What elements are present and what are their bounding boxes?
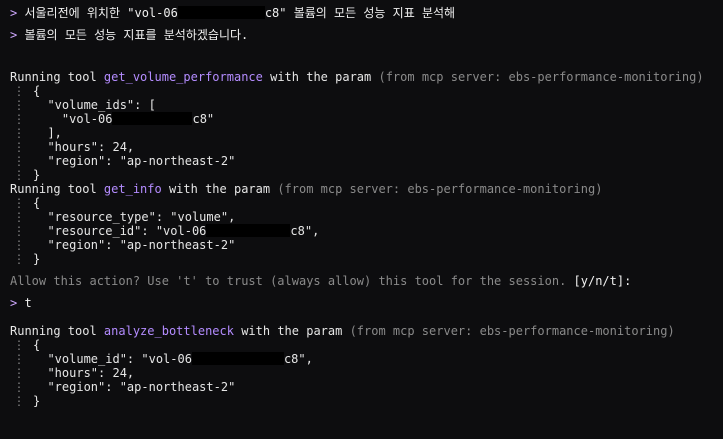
vertical-guide-icon: ⋮: [13, 352, 25, 366]
json-array-close: ],: [47, 126, 62, 140]
server-note: (from mcp server: ebs-performance-monito…: [277, 182, 603, 196]
user-query-prefix: 서울리전에 위치한 "vol-06: [24, 6, 178, 20]
json-line: ⋮ "volume_id": "vol-06 c8",: [10, 352, 723, 366]
prompt-symbol: >: [10, 6, 18, 20]
tool-call-header: Running tool get_info with the param (fr…: [10, 182, 723, 196]
tool-name-get-volume-performance: get_volume_performance: [103, 70, 263, 84]
assistant-reply-line: > 볼륨의 모든 성능 지표를 분석하겠습니다.: [10, 28, 723, 42]
json-key-region: "region": "ap-northeast-2": [47, 154, 236, 168]
permission-text: Allow this action? Use 't' to trust (alw…: [10, 274, 574, 288]
redaction-bar: [206, 224, 291, 237]
brace-close: }: [33, 394, 41, 408]
server-note: (from mcp server: ebs-performance-monito…: [349, 324, 675, 338]
tool-call-header: Running tool analyze_bottleneck with the…: [10, 324, 723, 338]
user-answer-line: > t: [10, 296, 723, 310]
redaction-bar: [191, 352, 284, 365]
param-label: with the param: [161, 182, 278, 196]
vertical-guide-icon: ⋮: [13, 98, 25, 112]
redaction-bar: [112, 112, 193, 125]
brace-open: {: [33, 196, 41, 210]
vertical-guide-icon: ⋮: [13, 112, 25, 126]
brace-close: }: [33, 168, 41, 182]
param-label: with the param: [233, 324, 350, 338]
tool-name-analyze-bottleneck: analyze_bottleneck: [103, 324, 234, 338]
vertical-guide-icon: ⋮: [13, 338, 25, 352]
assistant-reply: 볼륨의 모든 성능 지표를 분석하겠습니다.: [24, 28, 249, 42]
json-key-volume-id-suffix: c8",: [283, 352, 313, 366]
vertical-guide-icon: ⋮: [13, 140, 25, 154]
brace-close: }: [33, 252, 41, 266]
json-line: ⋮ "region": "ap-northeast-2": [10, 238, 723, 252]
json-line: ⋮{: [10, 338, 723, 352]
running-label: Running tool: [10, 182, 104, 196]
vertical-guide-icon: ⋮: [13, 196, 25, 210]
vertical-guide-icon: ⋮: [13, 366, 25, 380]
tool-name-get-info: get_info: [103, 182, 162, 196]
json-line: ⋮}: [10, 394, 723, 408]
user-answer[interactable]: t: [24, 296, 31, 310]
json-line: ⋮ "resource_type": "volume",: [10, 210, 723, 224]
json-line: ⋮ "resource_id": "vol-06 c8",: [10, 224, 723, 238]
prompt-symbol: >: [10, 296, 18, 310]
permission-options[interactable]: [y/n/t]:: [574, 274, 632, 288]
user-query-line: > 서울리전에 위치한 "vol-06 c8" 볼륨의 모든 성능 지표 분석해: [10, 6, 723, 20]
json-key-hours: "hours": 24,: [47, 366, 135, 380]
vertical-guide-icon: ⋮: [13, 380, 25, 394]
running-label: Running tool: [10, 324, 104, 338]
json-line: ⋮ "volume_ids": [: [10, 98, 723, 112]
json-line: ⋮ "region": "ap-northeast-2": [10, 154, 723, 168]
json-key-region: "region": "ap-northeast-2": [47, 238, 236, 252]
json-line: ⋮ "hours": 24,: [10, 140, 723, 154]
vertical-guide-icon: ⋮: [13, 394, 25, 408]
prompt-symbol: >: [10, 28, 18, 42]
json-key-resource-id-prefix: "resource_id": "vol-06: [47, 224, 207, 238]
json-key-volume-id-prefix: "volume_id": "vol-06: [47, 352, 192, 366]
json-line: ⋮}: [10, 168, 723, 182]
server-note: (from mcp server: ebs-performance-monito…: [378, 70, 704, 84]
json-line: ⋮ "region": "ap-northeast-2": [10, 380, 723, 394]
vertical-guide-icon: ⋮: [13, 210, 25, 224]
redaction-bar: [177, 6, 265, 19]
vertical-guide-icon: ⋮: [13, 224, 25, 238]
brace-open: {: [33, 338, 41, 352]
vertical-guide-icon: ⋮: [13, 168, 25, 182]
vertical-guide-icon: ⋮: [13, 154, 25, 168]
json-key-resource-id-suffix: c8",: [290, 224, 320, 238]
brace-open: {: [33, 84, 41, 98]
json-value-volume-id-prefix: "vol-06: [61, 112, 113, 126]
terminal: > 서울리전에 위치한 "vol-06 c8" 볼륨의 모든 성능 지표 분석해 …: [10, 6, 723, 408]
json-line: ⋮ "hours": 24,: [10, 366, 723, 380]
tool-call-header: Running tool get_volume_performance with…: [10, 70, 723, 84]
json-line: ⋮ "vol-06 c8": [10, 112, 723, 126]
json-line: ⋮}: [10, 252, 723, 266]
running-label: Running tool: [10, 70, 104, 84]
json-value-volume-id-suffix: c8": [192, 112, 215, 126]
vertical-guide-icon: ⋮: [13, 238, 25, 252]
permission-prompt: Allow this action? Use 't' to trust (alw…: [10, 274, 723, 288]
json-line: ⋮{: [10, 196, 723, 210]
vertical-guide-icon: ⋮: [13, 84, 25, 98]
json-line: ⋮ ],: [10, 126, 723, 140]
json-key-hours: "hours": 24,: [47, 140, 135, 154]
json-key-resource-type: "resource_type": "volume",: [47, 210, 236, 224]
param-label: with the param: [262, 70, 379, 84]
vertical-guide-icon: ⋮: [13, 252, 25, 266]
user-query-suffix: c8" 볼륨의 모든 성능 지표 분석해: [264, 6, 456, 20]
json-line: ⋮{: [10, 84, 723, 98]
json-key-region: "region": "ap-northeast-2": [47, 380, 236, 394]
json-key-volume-ids: "volume_ids": [: [47, 98, 156, 112]
vertical-guide-icon: ⋮: [13, 126, 25, 140]
